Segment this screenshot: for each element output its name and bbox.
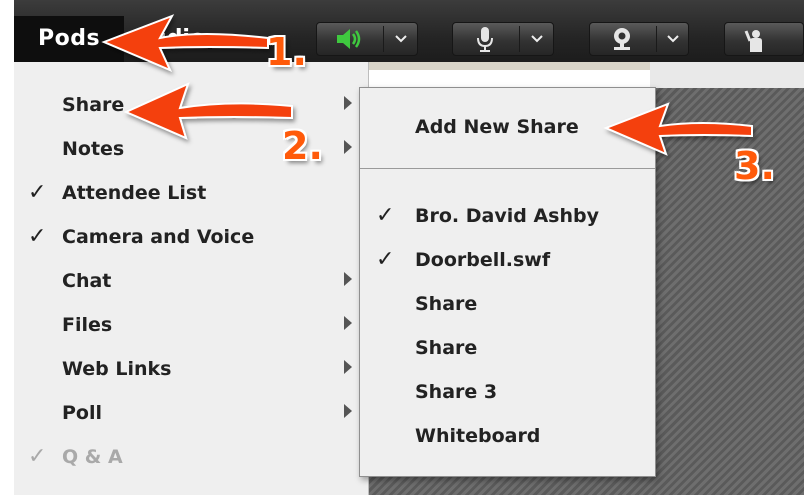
annotation-arrows — [101, 14, 753, 156]
callout-step-2: 2. — [282, 124, 323, 168]
arrow-step-3 — [603, 102, 753, 156]
callout-step-3: 3. — [734, 144, 775, 188]
arrow-step-1 — [101, 14, 269, 72]
callout-step-1: 1. — [266, 30, 307, 74]
arrow-step-2 — [123, 82, 293, 140]
